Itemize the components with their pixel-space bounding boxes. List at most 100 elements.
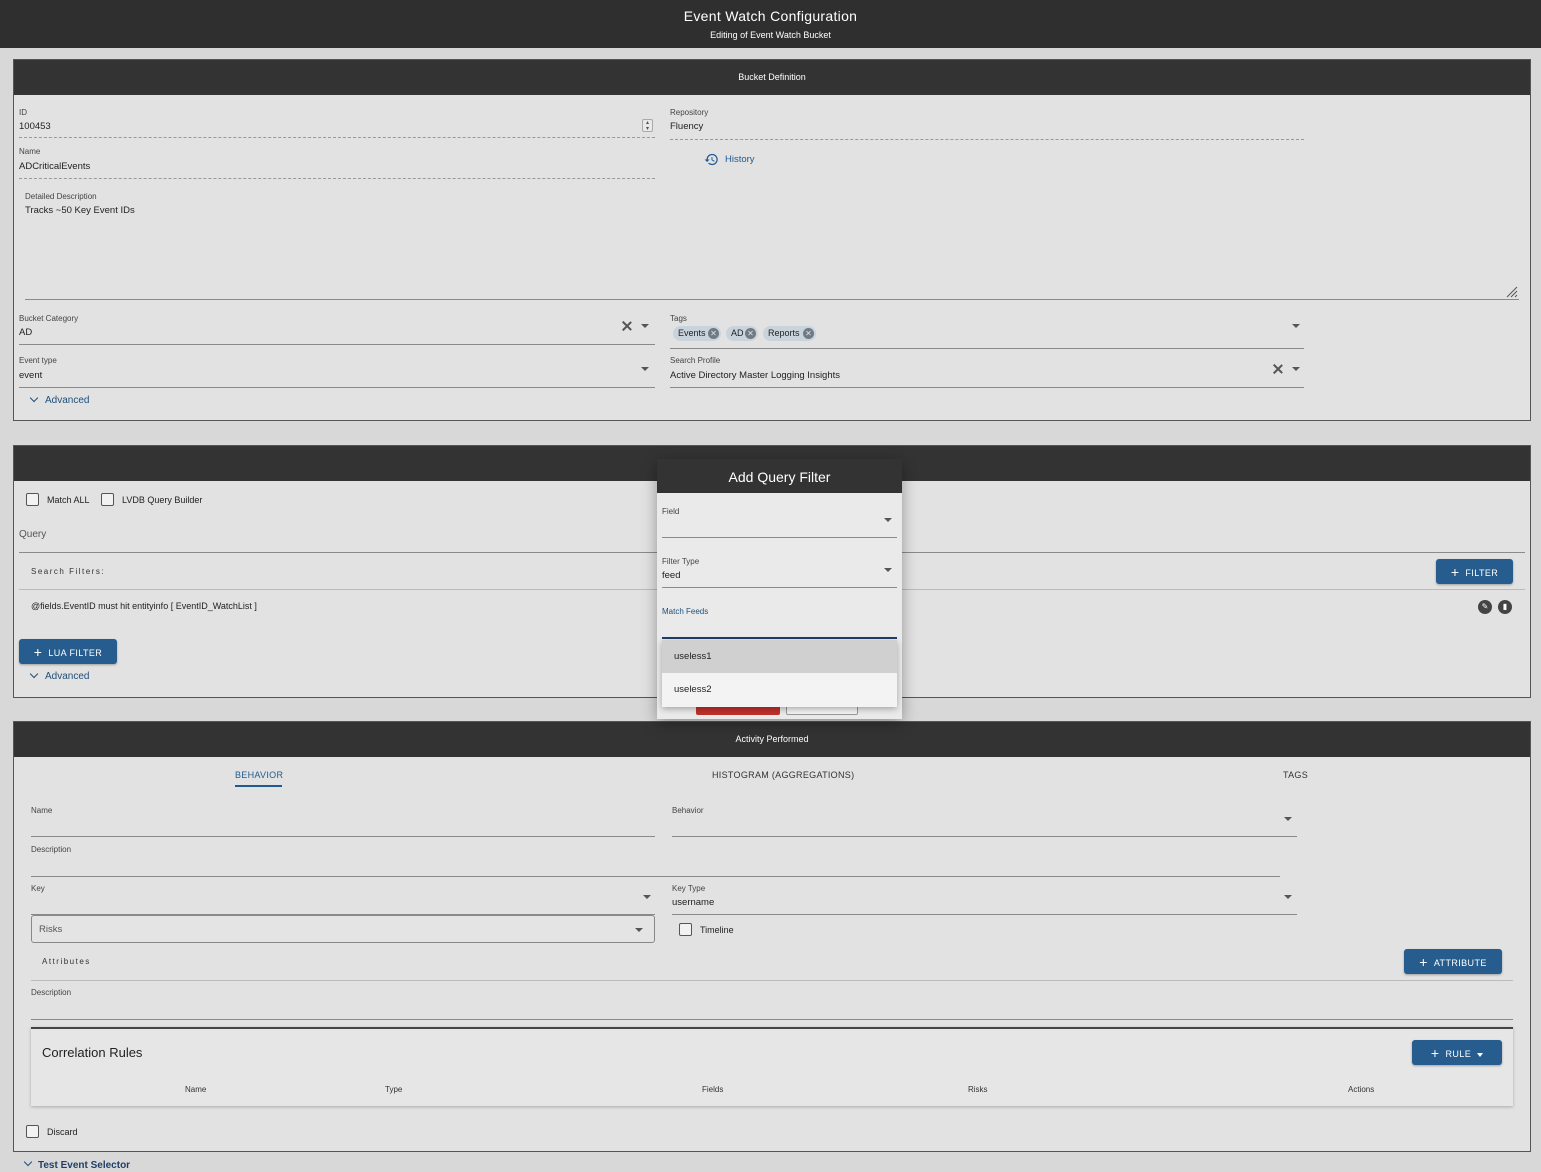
plus-icon: + [1430, 1045, 1440, 1061]
category-underline [19, 344, 655, 345]
clear-category-icon[interactable] [621, 320, 633, 332]
query-input[interactable]: Query [19, 529, 46, 540]
description-label: Detailed Description [25, 192, 97, 201]
column-header-name[interactable]: Name [185, 1085, 206, 1094]
chevron-down-icon [29, 393, 39, 403]
edit-icon[interactable]: ✎ [1478, 600, 1492, 614]
search-profile-dropdown-icon[interactable] [1292, 367, 1300, 371]
name-field[interactable]: ADCriticalEvents [19, 161, 90, 172]
remove-tag-icon[interactable]: ✕ [803, 328, 814, 339]
dialog-field-label: Field [662, 507, 680, 516]
tag-chip-ad[interactable]: AD ✕ [726, 326, 758, 341]
chevron-down-icon [23, 1157, 33, 1167]
column-header-risks[interactable]: Risks [968, 1085, 988, 1094]
filter-type-dropdown-icon[interactable] [884, 568, 892, 572]
bucket-definition-panel: Bucket Definition [13, 59, 1531, 421]
add-rule-button[interactable]: + RULE [1412, 1040, 1502, 1065]
add-lua-filter-button[interactable]: + LUA FILTER [19, 639, 117, 664]
delete-icon[interactable]: ▮ [1498, 600, 1512, 614]
behavior-description-label: Description [31, 845, 72, 854]
behavior-description-input[interactable] [31, 876, 1280, 877]
lvdb-query-builder-label: LVDB Query Builder [122, 495, 203, 505]
risks-select[interactable]: Risks [31, 915, 655, 943]
app-header: Event Watch Configuration Editing of Eve… [0, 0, 1541, 48]
clear-search-profile-icon[interactable] [1272, 363, 1284, 375]
search-profile-select[interactable]: Active Directory Master Logging Insights [670, 370, 840, 381]
plus-icon: + [1419, 954, 1428, 970]
attributes-divider [31, 980, 1513, 981]
history-icon [704, 153, 718, 166]
discard-checkbox[interactable] [26, 1125, 39, 1138]
description-textarea[interactable]: Tracks ~50 Key Event IDs [25, 205, 135, 216]
query-advanced-toggle[interactable]: Advanced [28, 669, 108, 684]
add-filter-button[interactable]: + FILTER [1436, 559, 1513, 584]
add-attribute-button[interactable]: + ATTRIBUTE [1404, 949, 1502, 974]
column-header-type[interactable]: Type [385, 1085, 402, 1094]
column-header-fields[interactable]: Fields [702, 1085, 723, 1094]
filter-type-underline [662, 587, 897, 588]
tag-chip-reports[interactable]: Reports ✕ [763, 326, 816, 341]
match-feeds-input[interactable] [662, 637, 897, 639]
activity-heading: Activity Performed [14, 722, 1530, 757]
description-underline [25, 299, 1519, 300]
bucket-category-label: Bucket Category [19, 314, 79, 323]
page-title: Event Watch Configuration [683, 8, 858, 24]
column-header-actions[interactable]: Actions [1348, 1085, 1374, 1094]
behavior-label: Behavior [672, 806, 704, 815]
tags-dropdown-icon[interactable] [1292, 324, 1300, 328]
tab-behavior[interactable]: BEHAVIOR [235, 770, 283, 780]
timeline-checkbox[interactable] [679, 923, 692, 936]
discard-label: Discard [47, 1127, 78, 1137]
history-link[interactable]: History [704, 152, 764, 166]
behavior-select[interactable] [672, 836, 1297, 837]
filter-type-select[interactable]: feed [662, 570, 681, 581]
test-event-selector-toggle[interactable]: Test Event Selector [22, 1157, 182, 1172]
behavior-dropdown-icon[interactable] [1284, 817, 1292, 821]
plus-icon: + [1450, 564, 1460, 580]
id-field[interactable]: 100453 [19, 121, 51, 132]
event-type-dropdown-icon[interactable] [641, 367, 649, 371]
bucket-category-select[interactable]: AD [19, 327, 32, 338]
remove-tag-icon[interactable]: ✕ [708, 328, 719, 339]
event-type-select[interactable]: event [19, 370, 42, 381]
resize-handle-icon[interactable] [1506, 286, 1518, 298]
event-type-label: Event type [19, 356, 57, 365]
dialog-title: Add Query Filter [657, 459, 902, 493]
chevron-down-icon [29, 669, 39, 679]
attribute-description-input[interactable] [31, 1019, 1513, 1020]
plus-icon: + [33, 644, 43, 660]
dialog-field-select[interactable] [662, 537, 897, 538]
search-profile-label: Search Profile [670, 356, 721, 365]
correlation-rules-title: Correlation Rules [42, 1045, 143, 1060]
repository-label: Repository [670, 108, 709, 117]
match-feeds-label: Match Feeds [662, 607, 709, 616]
page-subtitle: Editing of Event Watch Bucket [710, 30, 831, 40]
bucket-advanced-toggle[interactable]: Advanced [28, 393, 108, 408]
name-underline [19, 178, 655, 179]
key-type-dropdown-icon[interactable] [1284, 895, 1292, 899]
id-stepper-icon[interactable]: ▴ ▾ [642, 119, 653, 132]
category-dropdown-icon[interactable] [641, 324, 649, 328]
history-label: History [725, 154, 755, 165]
tag-chip-events[interactable]: Events ✕ [673, 326, 721, 341]
behavior-name-label: Name [31, 806, 53, 815]
match-all-checkbox[interactable] [26, 493, 39, 506]
attribute-description-label: Description [31, 988, 72, 997]
menu-option-useless2[interactable]: useless2 [662, 673, 897, 706]
tab-histogram[interactable]: HISTOGRAM (AGGREGATIONS) [712, 770, 854, 780]
filter-type-label: Filter Type [662, 557, 700, 566]
key-dropdown-icon[interactable] [643, 895, 651, 899]
match-feeds-menu: useless1 useless2 [662, 640, 897, 707]
repository-field[interactable]: Fluency [670, 121, 703, 132]
id-underline [19, 137, 655, 138]
field-dropdown-icon[interactable] [884, 518, 892, 522]
search-filters-label: Search Filters: [31, 567, 106, 576]
lvdb-query-builder-checkbox[interactable] [101, 493, 114, 506]
key-type-label: Key Type [672, 884, 706, 893]
menu-option-useless1[interactable]: useless1 [662, 640, 897, 673]
tab-tags[interactable]: TAGS [1283, 770, 1308, 780]
behavior-name-input[interactable] [31, 836, 655, 837]
key-type-select[interactable]: username [672, 897, 714, 908]
key-label: Key [31, 884, 45, 893]
remove-tag-icon[interactable]: ✕ [745, 328, 756, 339]
